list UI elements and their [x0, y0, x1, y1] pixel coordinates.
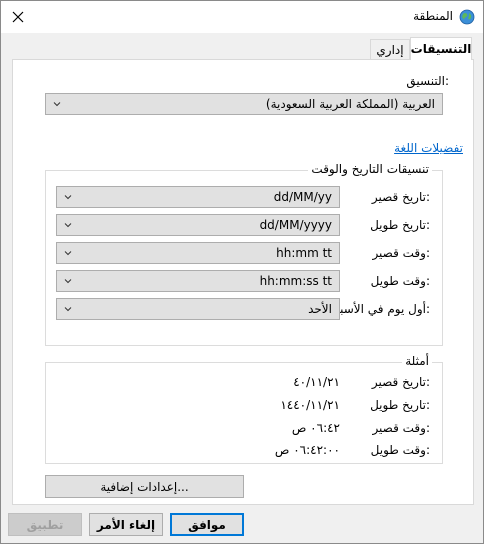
- example-long-date-label: تاريخ طويل:: [370, 398, 430, 412]
- cancel-button[interactable]: إلغاء الأمر: [89, 513, 163, 536]
- apply-button: تطبيق: [8, 513, 82, 536]
- short-time-dropdown[interactable]: hh:mm tt: [56, 242, 340, 264]
- ok-button[interactable]: موافق: [170, 513, 244, 536]
- cancel-label: إلغاء الأمر: [96, 517, 156, 532]
- short-time-label: وقت قصير:: [372, 246, 430, 260]
- first-day-value: الأحد: [308, 302, 332, 316]
- short-time-value: hh:mm tt: [276, 246, 332, 260]
- apply-label: تطبيق: [26, 517, 64, 532]
- short-date-value: dd/MM/yy: [273, 190, 332, 204]
- datetime-formats-group: تنسيقات التاريخ والوقت تاريخ قصير: dd/MM…: [45, 162, 443, 346]
- format-dropdown-value: العربية (المملكة العربية السعودية): [265, 97, 435, 111]
- window-title: المنطقة: [413, 9, 453, 23]
- example-long-time-value: ٠٦:٤٢:٠٠ ص: [274, 443, 340, 457]
- first-day-label: أول يوم في الأسبوع:: [326, 302, 430, 316]
- chevron-down-icon: [53, 102, 61, 107]
- tab-formats[interactable]: التنسيقات: [410, 37, 472, 60]
- long-time-dropdown[interactable]: hh:mm:ss tt: [56, 270, 340, 292]
- long-date-dropdown[interactable]: dd/MM/yyyy: [56, 214, 340, 236]
- chevron-down-icon: [64, 279, 72, 284]
- format-dropdown[interactable]: العربية (المملكة العربية السعودية): [45, 93, 443, 115]
- close-icon: [12, 11, 24, 23]
- long-time-label: وقت طويل:: [370, 274, 430, 288]
- tab-administrative-label: إداري: [376, 43, 404, 57]
- chevron-down-icon: [64, 223, 72, 228]
- close-button[interactable]: [1, 1, 35, 33]
- short-date-label: تاريخ قصير:: [371, 190, 430, 204]
- globe-icon: [459, 9, 475, 25]
- long-time-value: hh:mm:ss tt: [259, 274, 332, 288]
- first-day-dropdown[interactable]: الأحد: [56, 298, 340, 320]
- chevron-down-icon: [64, 307, 72, 312]
- region-dialog: المنطقة التنسيقات إداري التنسيق: العربية…: [0, 0, 484, 544]
- long-date-value: dd/MM/yyyy: [259, 218, 332, 232]
- examples-group-title: أمثلة: [402, 354, 432, 368]
- example-short-time-label: وقت قصير:: [372, 421, 430, 435]
- example-short-date-value: ٤٠/١١/٢١: [293, 375, 340, 389]
- tab-formats-label: التنسيقات: [410, 42, 472, 56]
- short-date-dropdown[interactable]: dd/MM/yy: [56, 186, 340, 208]
- chevron-down-icon: [64, 251, 72, 256]
- chevron-down-icon: [64, 195, 72, 200]
- example-long-date-value: ١٤٤٠/١١/٢١: [280, 398, 340, 412]
- example-short-date-label: تاريخ قصير:: [371, 375, 430, 389]
- tab-administrative[interactable]: إداري: [370, 39, 410, 60]
- long-date-label: تاريخ طويل:: [370, 218, 430, 232]
- additional-settings-label: إعدادات إضافية...: [100, 479, 189, 494]
- example-short-time-value: ٠٦:٤٢ ص: [291, 421, 340, 435]
- language-preferences-link[interactable]: تفضيلات اللغة: [394, 141, 463, 155]
- examples-group: أمثلة تاريخ قصير: ٤٠/١١/٢١ تاريخ طويل: ١…: [45, 354, 443, 464]
- ok-label: موافق: [188, 517, 226, 532]
- title-bar: المنطقة: [1, 1, 483, 33]
- formats-panel: التنسيق: العربية (المملكة العربية السعود…: [12, 59, 474, 505]
- example-long-time-label: وقت طويل:: [370, 443, 430, 457]
- format-label: التنسيق:: [406, 74, 449, 88]
- additional-settings-button[interactable]: إعدادات إضافية...: [45, 475, 244, 498]
- datetime-group-title: تنسيقات التاريخ والوقت: [308, 162, 432, 176]
